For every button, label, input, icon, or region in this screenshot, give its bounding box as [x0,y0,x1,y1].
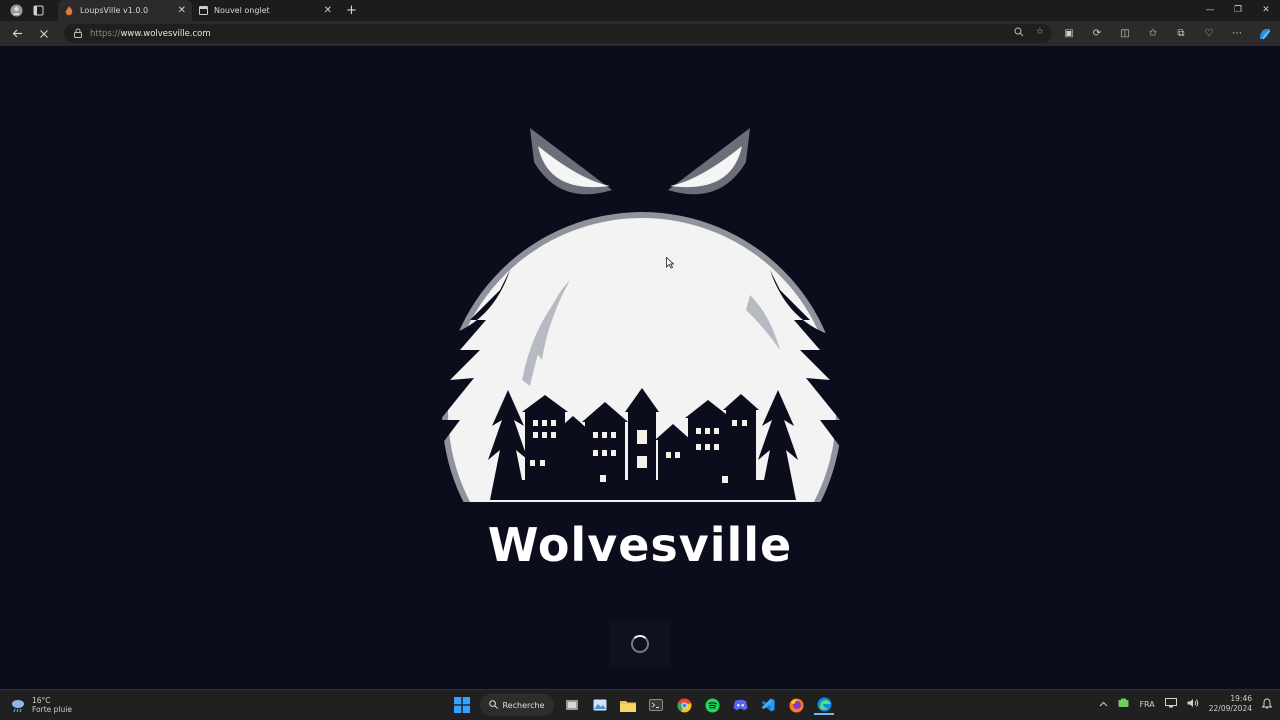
weather-temp: 16°C [32,696,51,705]
back-icon[interactable] [7,24,27,44]
brand-title: Wolvesville [487,518,793,572]
tab-strip: LoupsVille v1.0.0 ✕ Nouvel onglet ✕ + — … [0,0,1280,21]
maximize-icon[interactable]: ❐ [1224,0,1252,21]
close-window-icon[interactable]: ✕ [1252,0,1280,21]
extension-icon[interactable]: ▣ [1058,24,1080,43]
tab-new-tab[interactable]: Nouvel onglet ✕ [192,0,338,21]
new-tab-button[interactable]: + [346,3,357,18]
taskbar-apps: Recherche [452,694,834,716]
weather-widget[interactable]: 16°C Forte pluie [10,696,72,714]
firefox-icon[interactable] [786,695,806,715]
loading-indicator [610,622,670,666]
split-screen-icon[interactable]: ◫ [1114,24,1136,43]
spotify-icon[interactable] [702,695,722,715]
clock-time: 19:46 [1230,694,1252,703]
tab-title: Nouvel onglet [214,6,270,15]
profile-icon[interactable] [6,1,26,21]
spinner-icon [631,635,649,653]
tab-loupsville[interactable]: LoupsVille v1.0.0 ✕ [58,0,192,21]
windows-start-icon[interactable] [452,695,472,715]
url-protocol: https:// [90,28,121,39]
taskbar: 16°C Forte pluie Recherche FRA 19:46 22/… [0,689,1280,720]
terminal-icon[interactable] [646,695,666,715]
language-indicator[interactable]: FRA [1139,700,1154,709]
edge-icon[interactable] [814,695,834,715]
zoom-icon[interactable] [1014,27,1024,40]
stop-loading-icon[interactable] [34,24,54,44]
clock-date: 22/09/2024 [1208,704,1252,713]
vscode-icon[interactable] [758,695,778,715]
clock[interactable]: 19:46 22/09/2024 [1209,694,1252,714]
browser-essentials-icon[interactable]: ♡ [1198,24,1220,43]
new-tab-page-icon [198,6,208,16]
refresh-icon[interactable]: ⟳ [1086,24,1108,43]
collections-icon[interactable]: ⧉ [1170,24,1192,43]
discord-icon[interactable] [730,695,750,715]
search-icon [489,699,499,711]
volume-icon[interactable] [1187,698,1199,710]
chrome-icon[interactable] [674,695,694,715]
notifications-bell-icon[interactable] [1261,697,1273,711]
task-view-icon[interactable] [562,695,582,715]
show-hidden-icons-icon[interactable] [1099,700,1108,709]
mouse-cursor-icon [666,256,675,272]
minimize-icon[interactable]: — [1196,0,1224,21]
window-controls: — ❐ ✕ [1196,0,1280,21]
favorites-icon[interactable]: ✩ [1142,24,1164,43]
page-viewport: Wolvesville [0,46,1280,689]
search-label: Recherche [502,700,545,710]
favorite-star-icon[interactable]: ☆ [1036,27,1044,40]
system-tray: FRA 19:46 22/09/2024 [1099,694,1273,714]
flame-icon [64,5,74,16]
photos-app-icon[interactable] [590,695,610,715]
address-bar[interactable]: https://www.wolvesville.com ☆ [64,24,1052,43]
tray-app-icon[interactable] [1118,698,1129,710]
taskbar-search[interactable]: Recherche [480,694,554,716]
browser-toolbar: https://www.wolvesville.com ☆ ▣ ⟳ ◫ ✩ ⧉ … [0,21,1280,46]
rain-cloud-icon [12,700,24,713]
copilot-icon[interactable] [1254,24,1276,43]
tab-actions-icon[interactable] [28,1,48,21]
toolbar-right: ▣ ⟳ ◫ ✩ ⧉ ♡ ⋯ [1058,24,1276,43]
more-icon[interactable]: ⋯ [1226,24,1248,43]
tab-title: LoupsVille v1.0.0 [80,6,149,15]
file-explorer-icon[interactable] [618,695,638,715]
close-tab-icon[interactable]: ✕ [178,5,186,16]
lock-icon[interactable] [74,28,82,40]
network-icon[interactable] [1164,698,1177,710]
close-tab-icon[interactable]: ✕ [324,5,332,16]
wolvesville-logo [430,128,850,520]
url-host: www.wolvesville.com [120,28,211,39]
weather-condition: Forte pluie [32,705,72,714]
